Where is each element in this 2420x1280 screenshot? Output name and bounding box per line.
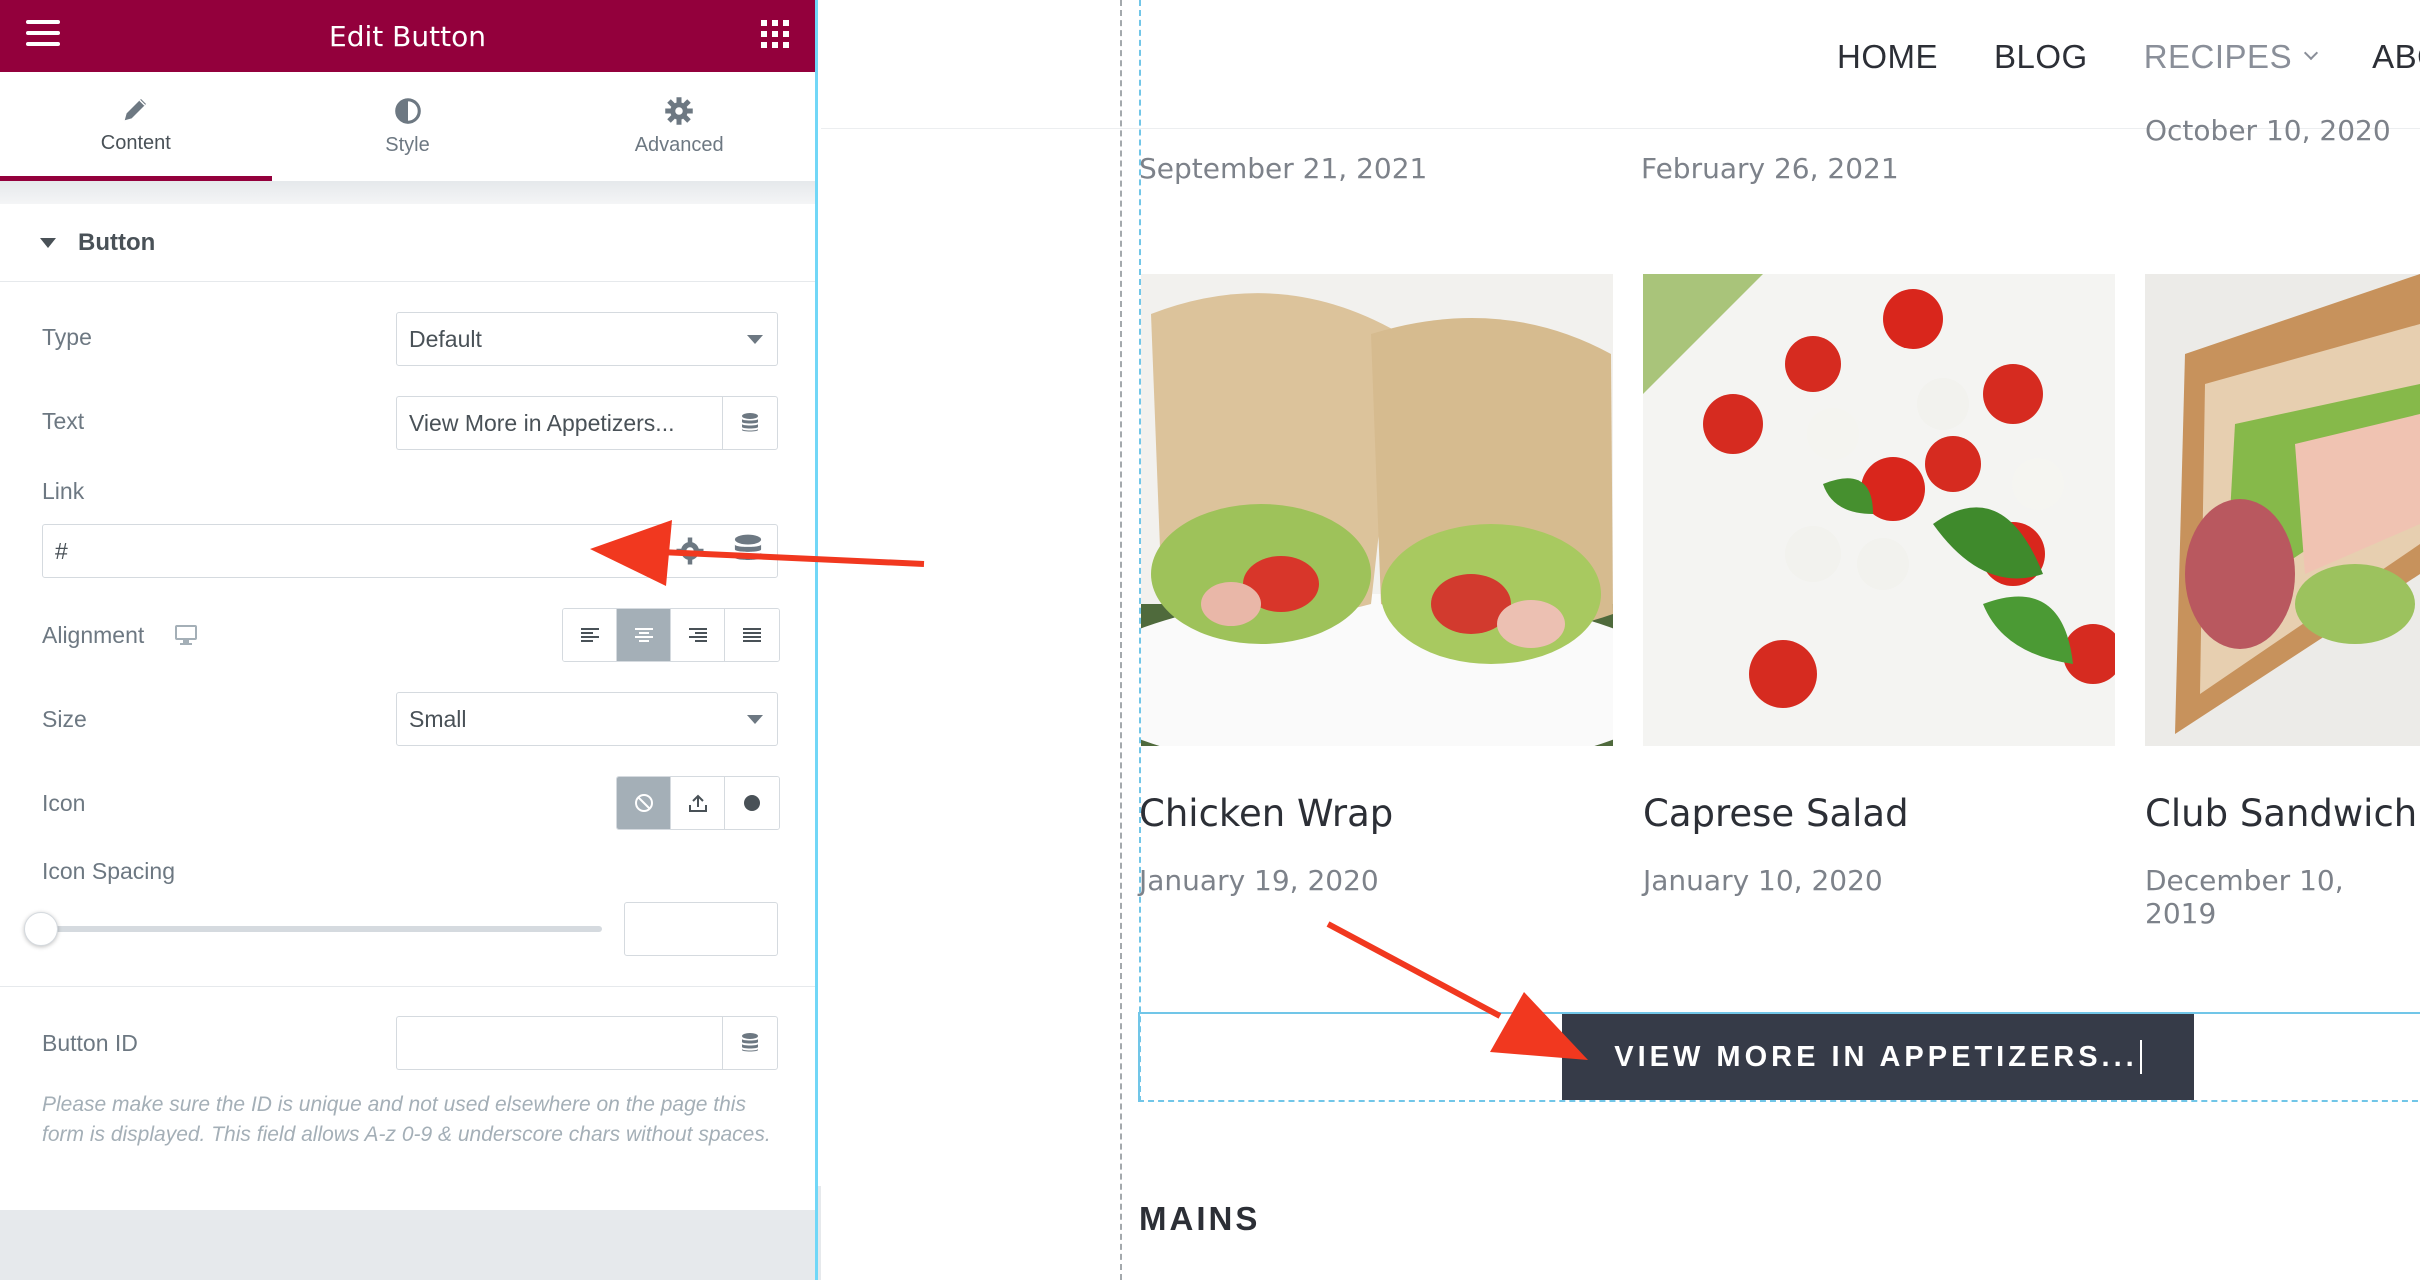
card-date: January 10, 2020 xyxy=(1643,864,1883,897)
icon-label: Icon xyxy=(42,790,86,816)
text-input-value: View More in Appetizers... xyxy=(409,409,675,436)
panel-title: Edit Button xyxy=(329,19,486,53)
icon-spacing-slider-handle[interactable] xyxy=(24,912,58,946)
apps-grid-icon[interactable] xyxy=(761,20,789,48)
post-date: October 10, 2020 xyxy=(2145,114,2391,147)
database-icon xyxy=(742,1033,758,1052)
nav-blog[interactable]: BLOG xyxy=(1994,38,2088,76)
size-label: Size xyxy=(42,706,87,732)
align-left-button[interactable] xyxy=(563,609,617,661)
button-id-help-text: Please make sure the ID is unique and no… xyxy=(42,1093,771,1146)
post-date: February 26, 2021 xyxy=(1641,152,1899,185)
type-select-value: Default xyxy=(409,325,482,352)
card-title[interactable]: Club Sandwich xyxy=(2145,792,2417,835)
tab-content[interactable]: Content xyxy=(0,72,272,181)
align-justify-button[interactable] xyxy=(725,609,779,661)
card-date: December 10, 2019 xyxy=(2145,864,2344,930)
tab-label: Style xyxy=(385,134,430,156)
database-icon xyxy=(742,413,758,432)
align-justify-icon xyxy=(743,628,761,642)
upload-icon xyxy=(688,794,707,812)
gear-icon xyxy=(665,97,693,125)
nav-recipes[interactable]: RECIPES xyxy=(2143,38,2319,76)
panel-header: Edit Button xyxy=(0,0,815,72)
nav-recipes-label: RECIPES xyxy=(2143,38,2293,75)
card-date: January 19, 2020 xyxy=(1139,864,1379,897)
alignment-button-group xyxy=(562,608,780,662)
view-more-button[interactable]: VIEW MORE IN APPETIZERS... xyxy=(1562,1014,2194,1100)
button-id-input[interactable] xyxy=(396,1016,722,1070)
view-more-button-label: VIEW MORE IN APPETIZERS... xyxy=(1614,1040,2138,1073)
section-toggle-button[interactable]: Button xyxy=(0,204,815,282)
type-select[interactable]: Default xyxy=(396,312,778,366)
link-dynamic-database-icon[interactable] xyxy=(730,533,766,569)
type-label: Type xyxy=(42,324,92,350)
section-title: Button xyxy=(78,228,156,256)
card-title[interactable]: Caprese Salad xyxy=(1643,792,1909,835)
pencil-icon xyxy=(124,98,146,120)
chicken-wrap-photo xyxy=(1141,274,1613,746)
text-label: Text xyxy=(42,408,85,434)
chevron-down-icon xyxy=(2304,45,2319,61)
dropdown-arrow-icon xyxy=(747,715,763,724)
link-label: Link xyxy=(42,478,85,504)
size-select[interactable]: Small xyxy=(396,692,778,746)
caret-down-icon xyxy=(40,237,56,248)
button-id-label: Button ID xyxy=(42,1030,138,1056)
tab-label: Content xyxy=(100,131,171,154)
section-boundary-line xyxy=(1120,0,1122,1280)
icon-upload-button[interactable] xyxy=(671,777,725,829)
site-navigation: HOME BLOG RECIPES ABO xyxy=(1837,38,2420,76)
caprese-salad-photo xyxy=(1643,274,2115,746)
editor-panel: Edit Button Content Style Advanced Butto… xyxy=(0,0,818,1280)
text-cursor xyxy=(2139,1040,2142,1074)
dropdown-arrow-icon xyxy=(747,335,763,344)
filled-circle-icon xyxy=(744,795,760,811)
tab-advanced[interactable]: Advanced xyxy=(543,72,815,181)
caprese-salad-image[interactable] xyxy=(1643,274,2115,746)
ban-icon xyxy=(634,794,653,812)
align-right-button[interactable] xyxy=(671,609,725,661)
icon-spacing-label: Icon Spacing xyxy=(42,858,175,884)
desktop-responsive-icon[interactable] xyxy=(174,624,198,646)
page-preview: HOME BLOG RECIPES ABO September 21, 2021… xyxy=(821,0,2420,1280)
tab-style[interactable]: Style xyxy=(272,72,544,181)
card-title[interactable]: Chicken Wrap xyxy=(1139,792,1393,835)
align-left-icon xyxy=(580,628,599,642)
section-divider xyxy=(0,986,815,987)
button-id-dynamic-button[interactable] xyxy=(722,1016,778,1070)
club-sandwich-photo xyxy=(2145,274,2420,746)
icon-none-button[interactable] xyxy=(617,777,671,829)
icon-spacing-input[interactable] xyxy=(624,902,778,956)
icon-library-button[interactable] xyxy=(725,777,779,829)
align-center-button[interactable] xyxy=(617,609,671,661)
alignment-label: Alignment xyxy=(42,622,145,648)
tab-label: Advanced xyxy=(634,134,724,156)
nav-about[interactable]: ABO xyxy=(2372,38,2420,76)
club-sandwich-image[interactable] xyxy=(2145,274,2420,746)
chicken-wrap-image[interactable] xyxy=(1141,274,1613,746)
align-right-icon xyxy=(688,628,707,642)
link-input-value: # xyxy=(55,537,68,564)
panel-footer xyxy=(0,1210,815,1280)
icon-choice-group xyxy=(616,776,780,830)
text-input[interactable]: View More in Appetizers... xyxy=(396,396,722,450)
half-circle-icon xyxy=(394,98,421,124)
post-date: September 21, 2021 xyxy=(1139,152,1428,185)
link-options-gear-icon[interactable] xyxy=(672,533,708,569)
mains-heading: MAINS xyxy=(1139,1200,1261,1237)
hamburger-menu-icon[interactable] xyxy=(26,20,60,50)
link-input[interactable]: # xyxy=(42,524,778,578)
panel-tabs: Content Style Advanced xyxy=(0,72,815,182)
nav-home[interactable]: HOME xyxy=(1837,38,1938,76)
size-select-value: Small xyxy=(409,705,467,732)
tab-divider xyxy=(0,182,815,204)
align-center-icon xyxy=(634,628,653,642)
icon-spacing-slider-track[interactable] xyxy=(42,926,602,932)
dynamic-tags-button[interactable] xyxy=(722,396,778,450)
